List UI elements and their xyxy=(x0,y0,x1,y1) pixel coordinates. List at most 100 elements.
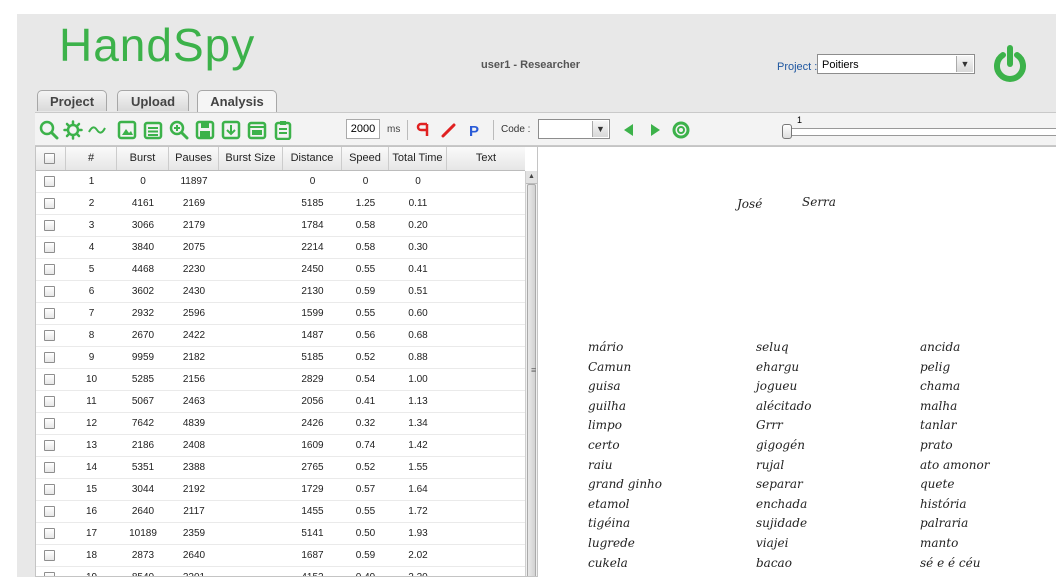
image-icon[interactable] xyxy=(117,120,137,140)
table-row[interactable]: 13 2186 2408 1609 0.74 1.42 xyxy=(36,435,525,457)
table-cell: 2201 xyxy=(169,567,219,576)
table-row[interactable]: 12 7642 4839 2426 0.32 1.34 xyxy=(36,413,525,435)
column-header[interactable]: Distance xyxy=(283,147,342,170)
table-cell: 2 xyxy=(88,198,95,209)
table-row[interactable]: 11 5067 2463 2056 0.41 1.13 xyxy=(36,391,525,413)
row-checkbox[interactable] xyxy=(44,352,55,363)
table-row[interactable]: 2 4161 2169 5185 1.25 0.11 xyxy=(36,193,525,215)
scroll-up-icon[interactable]: ▲ xyxy=(526,171,537,184)
search-icon[interactable] xyxy=(39,120,59,140)
table-cell xyxy=(219,325,283,346)
column-header[interactable]: Burst Size xyxy=(219,147,283,170)
handwriting-word: Serra xyxy=(802,195,836,209)
row-checkbox[interactable] xyxy=(44,286,55,297)
column-header[interactable]: Text xyxy=(447,147,525,170)
handwriting-word: Camun xyxy=(588,359,632,374)
pen-icon[interactable] xyxy=(439,120,459,140)
header-select-all[interactable] xyxy=(36,147,66,170)
pause-marker-icon[interactable]: P xyxy=(465,120,485,140)
app-logo: HandSpy xyxy=(59,20,255,70)
wave-icon[interactable] xyxy=(87,120,107,140)
handwriting-word: bacao xyxy=(756,555,792,570)
table-row[interactable]: 9 9959 2182 5185 0.52 0.88 xyxy=(36,347,525,369)
row-checkbox[interactable] xyxy=(44,550,55,561)
toolbar-separator xyxy=(407,120,408,140)
row-checkbox[interactable] xyxy=(44,396,55,407)
handwriting-viewer[interactable]: José Serra mário Camun guisa guilha limpo cer… xyxy=(538,146,1056,577)
clipboard-icon[interactable] xyxy=(273,120,293,140)
power-icon[interactable] xyxy=(992,44,1028,84)
table-scrollbar[interactable]: ▲ ≡ xyxy=(525,171,537,576)
table-row[interactable]: 4 3840 2075 2214 0.58 0.30 xyxy=(36,237,525,259)
row-checkbox[interactable] xyxy=(44,440,55,451)
row-checkbox[interactable] xyxy=(44,528,55,539)
table-row[interactable]: 18 2873 2640 1687 0.59 2.02 xyxy=(36,545,525,567)
column-header[interactable]: Total Time xyxy=(389,147,447,170)
row-checkbox[interactable] xyxy=(44,220,55,231)
svg-text:P: P xyxy=(469,123,479,140)
table-row[interactable]: 10 5285 2156 2829 0.54 1.00 xyxy=(36,369,525,391)
table-row[interactable]: 16 2640 2117 1455 0.55 1.72 xyxy=(36,501,525,523)
table-cell xyxy=(219,347,283,368)
row-checkbox[interactable] xyxy=(44,506,55,517)
play-backward-icon[interactable] xyxy=(619,120,639,140)
handwriting-word: etamol xyxy=(588,496,630,511)
table-cell: 5185 xyxy=(301,352,324,363)
tab-project[interactable]: Project xyxy=(37,90,107,111)
row-checkbox[interactable] xyxy=(44,374,55,385)
gear-icon[interactable] xyxy=(63,120,83,140)
row-checkbox[interactable] xyxy=(44,198,55,209)
table-row[interactable]: 17 10189 2359 5141 0.50 1.93 xyxy=(36,523,525,545)
handwriting-word: chama xyxy=(920,379,961,394)
paragraph-mark-icon[interactable] xyxy=(415,120,435,140)
table-row[interactable]: 1985402201 41520.492.20 xyxy=(36,567,525,576)
row-checkbox[interactable] xyxy=(44,572,55,576)
table-cell: 14 xyxy=(85,462,98,473)
tab-analysis[interactable]: Analysis xyxy=(197,90,277,113)
slider-handle[interactable] xyxy=(782,124,792,139)
row-checkbox[interactable] xyxy=(44,176,55,187)
interval-input[interactable]: 2000 xyxy=(346,119,380,139)
column-header[interactable]: Speed xyxy=(342,147,389,170)
project-select-value: Poitiers xyxy=(822,59,859,71)
table-cell: 3044 xyxy=(131,484,155,495)
row-checkbox[interactable] xyxy=(44,242,55,253)
table-row[interactable]: 5 4468 2230 2450 0.55 0.41 xyxy=(36,259,525,281)
row-checkbox[interactable] xyxy=(44,264,55,275)
table-cell: 3602 xyxy=(131,286,155,297)
scrollbar-thumb[interactable]: ≡ xyxy=(527,184,536,576)
column-header[interactable]: Pauses xyxy=(169,147,219,170)
column-header[interactable]: # xyxy=(66,147,117,170)
handwriting-word: sujidade xyxy=(756,516,808,531)
save-icon[interactable] xyxy=(195,120,215,140)
row-checkbox[interactable] xyxy=(44,330,55,341)
table-row[interactable]: 1 0 11897 0 0 0 xyxy=(36,171,525,193)
lifebuoy-icon[interactable] xyxy=(671,120,691,140)
chevron-down-icon: ▼ xyxy=(592,121,608,137)
row-checkbox[interactable] xyxy=(44,484,55,495)
code-select[interactable]: ▼ xyxy=(538,119,610,139)
play-forward-icon[interactable] xyxy=(645,120,665,140)
table-row[interactable]: 8 2670 2422 1487 0.56 0.68 xyxy=(36,325,525,347)
table-row[interactable]: 3 3066 2179 1784 0.58 0.20 xyxy=(36,215,525,237)
table-cell: 3066 xyxy=(131,220,155,231)
table-row[interactable]: 7 2932 2596 1599 0.55 0.60 xyxy=(36,303,525,325)
select-all-checkbox[interactable] xyxy=(44,153,55,164)
row-checkbox[interactable] xyxy=(44,418,55,429)
tab-upload[interactable]: Upload xyxy=(117,90,189,111)
zoom-in-icon[interactable] xyxy=(169,120,189,140)
calendar-icon[interactable] xyxy=(143,120,163,140)
playback-slider[interactable] xyxy=(782,128,1056,136)
logo-thin: Spy xyxy=(172,19,256,71)
table-row[interactable]: 14 5351 2388 2765 0.52 1.55 xyxy=(36,457,525,479)
download-icon[interactable] xyxy=(221,120,241,140)
table-cell: 8540 xyxy=(117,567,169,576)
table-row[interactable]: 15 3044 2192 1729 0.57 1.64 xyxy=(36,479,525,501)
window-icon[interactable] xyxy=(247,120,267,140)
table-row[interactable]: 6 3602 2430 2130 0.59 0.51 xyxy=(36,281,525,303)
row-checkbox[interactable] xyxy=(44,462,55,473)
project-select[interactable]: Poitiers ▼ xyxy=(817,54,975,74)
table-cell: 0.52 xyxy=(355,352,376,363)
row-checkbox[interactable] xyxy=(44,308,55,319)
column-header[interactable]: Burst xyxy=(117,147,169,170)
